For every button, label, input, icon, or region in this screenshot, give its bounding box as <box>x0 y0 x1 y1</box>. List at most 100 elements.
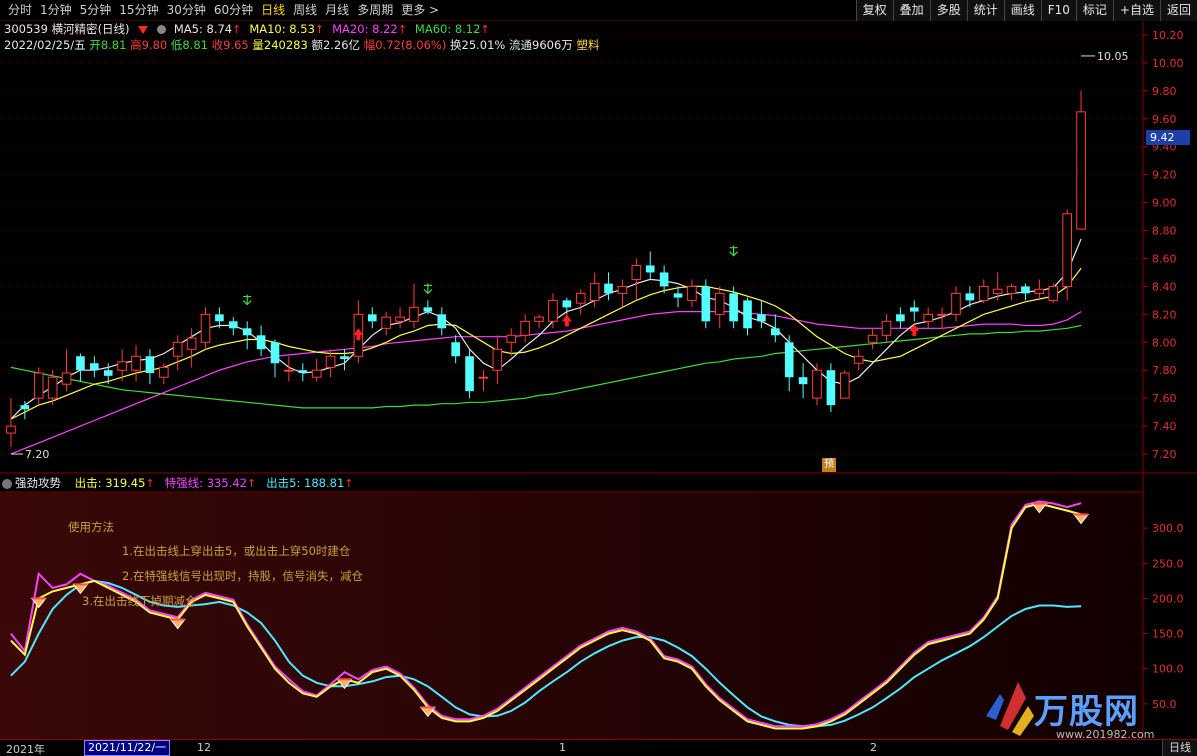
candle-body <box>1034 288 1045 294</box>
candle <box>478 370 489 392</box>
candle <box>826 363 836 413</box>
candle-body <box>520 320 530 336</box>
candle-body <box>381 316 391 329</box>
candle-body <box>645 265 655 273</box>
candle-body <box>145 356 155 374</box>
candle <box>61 349 72 392</box>
candle-body <box>270 342 280 364</box>
up-arrow-icon: ↑ <box>344 477 354 490</box>
usage-note-title: 使用方法 <box>68 520 114 534</box>
candle <box>714 286 725 329</box>
candle-body <box>492 348 503 371</box>
candle <box>242 321 252 350</box>
indicator-line-label: 特强线 <box>164 476 200 490</box>
candle <box>701 279 711 329</box>
candle-body <box>896 314 905 322</box>
candle <box>395 307 405 329</box>
candle <box>839 370 850 399</box>
candle-body <box>103 370 113 376</box>
candle <box>451 335 460 364</box>
candle <box>617 279 628 308</box>
indicator-legend: 出击: 319.45↑ 特强线: 335.42↑ 出击5: 188.81↑ <box>65 476 354 490</box>
candle-body <box>1062 213 1072 287</box>
candle <box>896 307 905 329</box>
candle-body <box>826 370 836 406</box>
indicator-line-value: 335.42 <box>206 476 247 490</box>
candle <box>145 349 155 385</box>
price-tick-label: 8.40 <box>1152 280 1177 293</box>
up-arrow-icon: ↑ <box>145 477 155 490</box>
ma10-line <box>10 267 1082 420</box>
sell-arrow-icon <box>242 294 252 306</box>
candle-body <box>131 355 141 371</box>
up-arrow-icon: ↑ <box>246 477 257 490</box>
candle <box>506 328 517 357</box>
candle-body <box>6 425 16 434</box>
candle <box>534 314 544 329</box>
candle-body <box>200 313 211 343</box>
indicator-line-value: 319.45 <box>105 476 146 490</box>
candle-body <box>1076 111 1086 230</box>
candle <box>200 307 211 350</box>
indicator-tick-label: 150.0 <box>1152 628 1184 641</box>
price-tick-label: 7.60 <box>1152 392 1177 405</box>
grid-lines <box>0 34 1143 455</box>
indicator-legend-item: 出击: 319.45↑ <box>74 476 155 490</box>
candle-body <box>923 313 933 322</box>
candle <box>659 265 669 294</box>
price-axis: 10.2010.009.809.609.409.209.008.808.608.… <box>1143 29 1184 461</box>
candle <box>465 349 474 399</box>
candle <box>1076 90 1086 230</box>
candle <box>256 325 266 357</box>
candle-body <box>298 370 308 374</box>
candle <box>909 300 919 322</box>
forecast-badge[interactable]: 预 <box>822 458 836 472</box>
candle-body <box>506 334 517 343</box>
candle-body <box>340 356 349 360</box>
period-switch-tab[interactable]: 日线 <box>1162 740 1197 756</box>
current-price-tag: 9.42 <box>1146 130 1190 145</box>
candle-body <box>242 328 252 336</box>
candle-body <box>853 355 864 364</box>
watermark-text: 万股网 <box>1034 692 1139 732</box>
candle-body <box>47 376 58 399</box>
candle-body <box>784 342 794 378</box>
candle-body <box>367 314 377 322</box>
candle <box>270 339 280 378</box>
indicator-settings-icon[interactable] <box>2 478 12 489</box>
candle-body <box>937 313 947 316</box>
candle <box>881 314 892 343</box>
candle <box>381 311 391 336</box>
high-marker-label: 10.05 <box>1097 50 1129 63</box>
sell-arrow-icon <box>423 283 433 295</box>
price-tick-label: 9.60 <box>1152 113 1177 126</box>
candle-body <box>1048 285 1059 301</box>
candle <box>631 258 642 301</box>
candle <box>6 398 16 448</box>
candle-body <box>90 363 99 371</box>
candle-body <box>562 300 572 308</box>
chart-canvas[interactable]: 10.2010.009.809.609.409.209.008.808.608.… <box>0 0 1197 739</box>
moving-average-lines <box>10 238 1082 455</box>
candle <box>770 314 780 343</box>
candle <box>90 356 99 378</box>
candle-body <box>729 293 738 322</box>
candle <box>33 367 44 406</box>
indicator-tick-label: 200.0 <box>1152 592 1184 605</box>
candle-body <box>589 283 600 301</box>
candle-body <box>965 293 975 301</box>
candle-body <box>631 264 642 280</box>
candle-body <box>992 288 1003 294</box>
candle-body <box>409 306 419 322</box>
candle-body <box>395 316 405 322</box>
price-tick-label: 7.40 <box>1152 420 1177 433</box>
price-tick-label: 8.00 <box>1152 336 1177 349</box>
candle-body <box>770 328 780 336</box>
candle <box>437 307 447 336</box>
indicator-tick-label: 100.0 <box>1152 663 1184 676</box>
candle-body <box>1006 285 1017 294</box>
indicator-name[interactable]: 强劲攻势 <box>15 476 61 490</box>
candle-body <box>673 293 683 298</box>
ma5-line <box>10 238 1082 420</box>
candle-body <box>159 366 169 378</box>
